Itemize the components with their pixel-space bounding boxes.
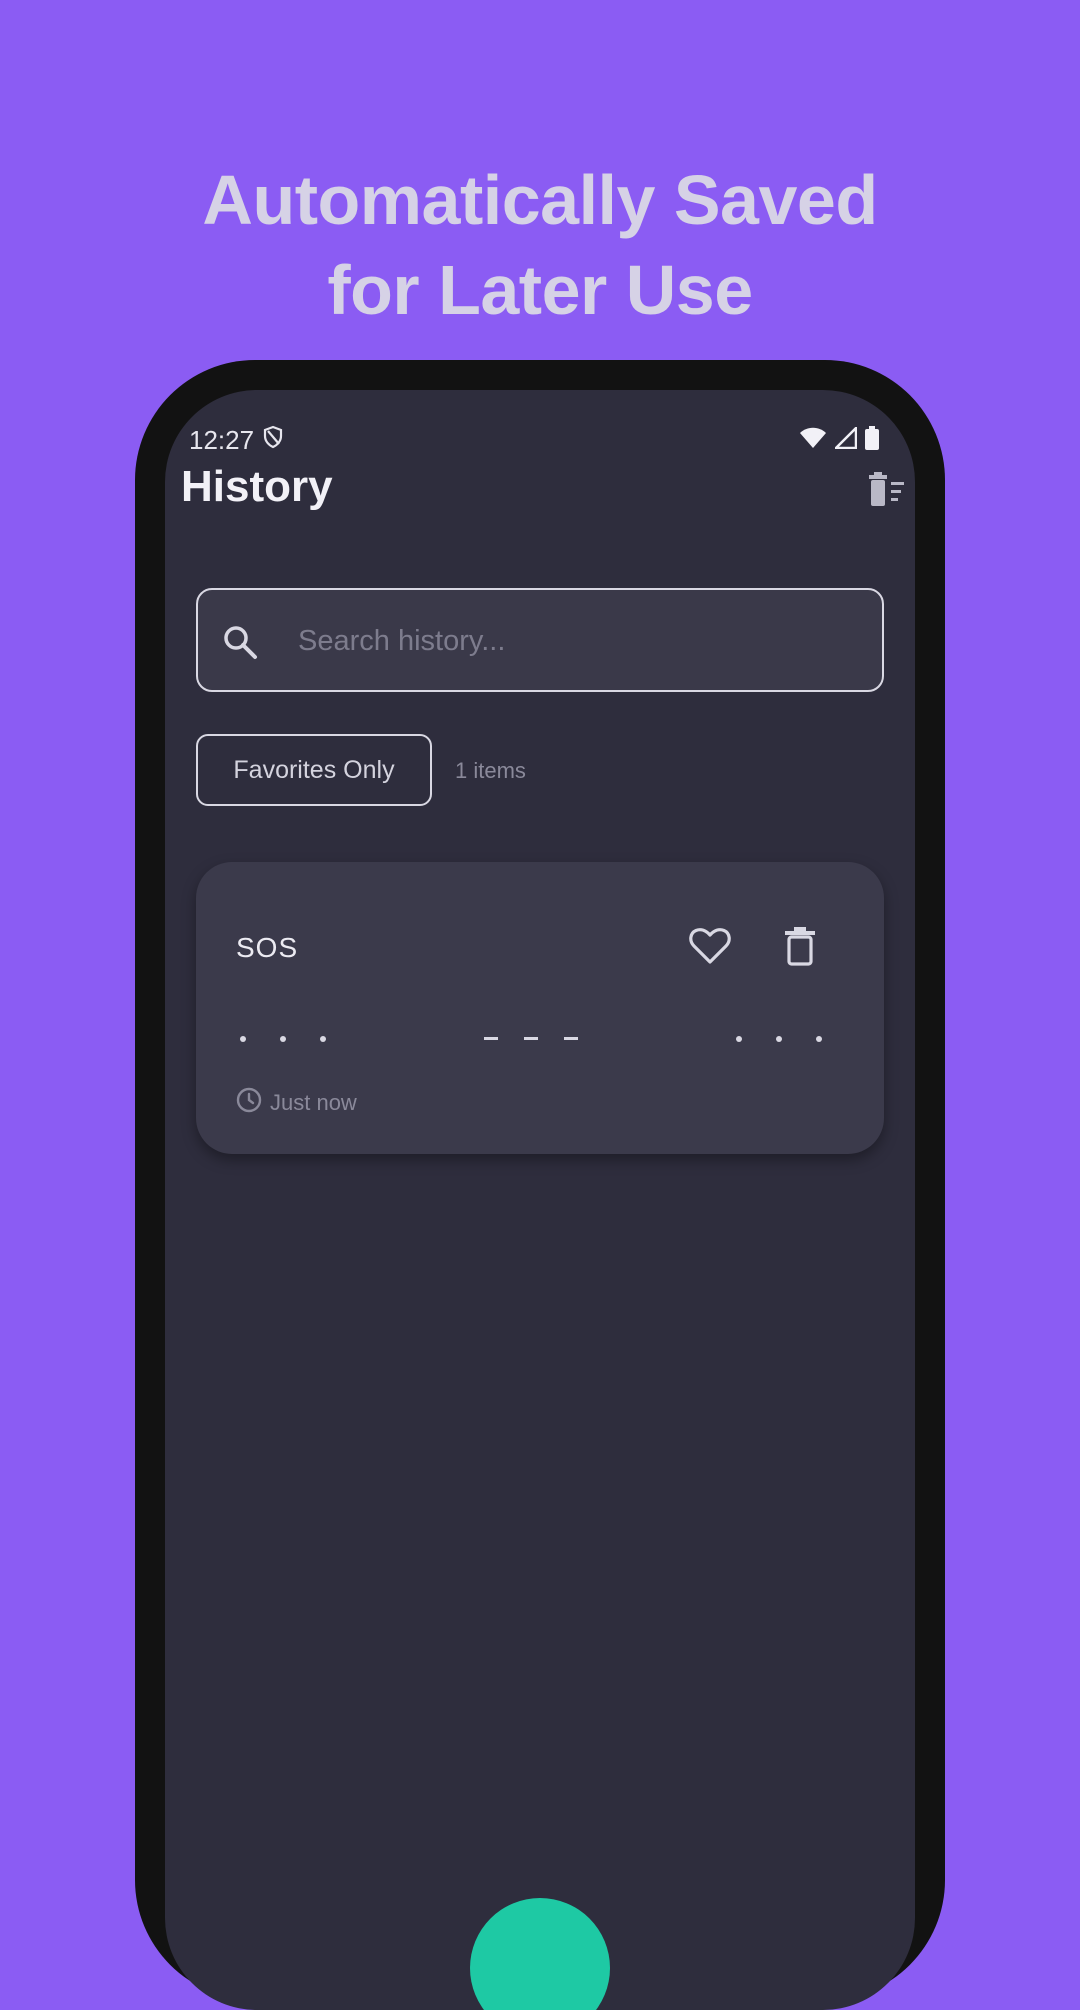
heart-outline-icon [689, 927, 731, 970]
delete-item-button[interactable] [776, 924, 824, 972]
morse-dash [564, 1037, 578, 1040]
status-bar-right [799, 424, 879, 455]
search-icon [222, 624, 258, 665]
search-box[interactable] [196, 588, 884, 692]
phone-frame: 12:27 History Search history... Favorite… [135, 360, 945, 2010]
wifi-icon [799, 427, 827, 454]
morse-dash [524, 1037, 538, 1040]
trash-icon [784, 926, 816, 971]
search-input[interactable] [296, 618, 860, 664]
morse-code-output [236, 1030, 856, 1050]
morse-dot [240, 1036, 246, 1042]
app-screen: 12:27 History Search history... Favorite… [165, 390, 915, 2010]
timestamp-row: Just now [236, 1087, 357, 1119]
morse-dot [816, 1036, 822, 1042]
morse-dot [736, 1036, 742, 1042]
shield-icon [262, 425, 284, 456]
morse-dot [320, 1036, 326, 1042]
timestamp-text: Just now [270, 1090, 357, 1115]
favorite-button[interactable] [686, 924, 734, 972]
morse-dot [776, 1036, 782, 1042]
clear-history-button[interactable] [859, 470, 915, 514]
headline-line-1: Automatically Saved [202, 161, 878, 239]
headline-line-2: for Later Use [327, 251, 753, 329]
status-time: 12:27 [189, 425, 255, 455]
promo-headline: Automatically Saved for Later Use [0, 155, 1080, 335]
cellular-signal-icon [832, 424, 858, 454]
status-bar-left: 12:27 [189, 425, 284, 456]
battery-icon [865, 426, 879, 455]
morse-dash [484, 1037, 498, 1040]
history-item-card[interactable]: SOS Just now [196, 862, 884, 1154]
floating-action-button[interactable] [470, 1898, 610, 2010]
morse-dot [280, 1036, 286, 1042]
delete-sweep-icon [867, 471, 907, 513]
clock-icon [236, 1087, 262, 1119]
page-title: History [181, 462, 333, 511]
items-count: 1 items [455, 758, 526, 783]
history-item-text: SOS [236, 932, 299, 963]
favorites-only-filter-chip[interactable]: Favorites Only [196, 734, 432, 806]
